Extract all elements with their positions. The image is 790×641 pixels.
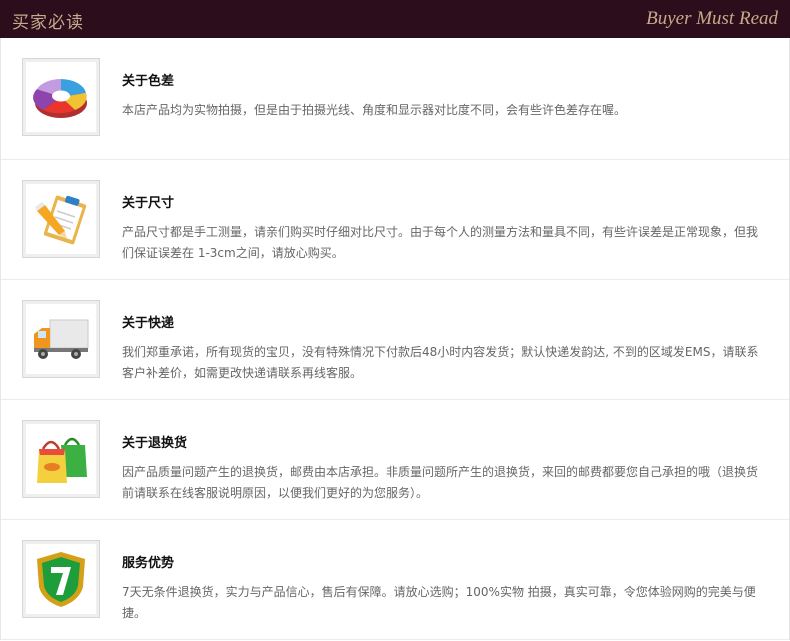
item-title: 关于快递 (122, 316, 175, 331)
item-text: 我们郑重承诺，所有现货的宝贝，没有特殊情况下付款后48小时内容发货；默认快递发韵… (122, 345, 759, 380)
item-title: 服务优势 (122, 556, 175, 571)
list-item-size: 关于尺寸 产品尺寸都是手工测量，请亲们购买时仔细对比尺寸。由于每个人的测量方法和… (1, 160, 789, 280)
clipboard-pencil-icon (22, 180, 100, 258)
item-text: 7天无条件退换货，实力与产品信心，售后有保障。请放心选购；100%实物 拍摄，真… (122, 585, 756, 620)
item-title: 关于退换货 (122, 436, 188, 451)
item-text: 产品尺寸都是手工测量，请亲们购买时仔细对比尺寸。由于每个人的测量方法和量具不同，… (122, 225, 759, 260)
delivery-truck-icon (22, 300, 100, 378)
section-title: 买家必读 (12, 13, 84, 33)
shopping-bags-icon (22, 420, 100, 498)
item-title: 关于尺寸 (122, 196, 175, 211)
item-title: 关于色差 (122, 74, 175, 89)
item-text: 本店产品均为实物拍摄，但是由于拍摄光线、角度和显示器对比度不同，会有些许色差存在… (122, 103, 627, 117)
info-list: 关于色差 本店产品均为实物拍摄，但是由于拍摄光线、角度和显示器对比度不同，会有些… (0, 38, 790, 640)
item-text: 因产品质量问题产生的退换货，邮费由本店承担。非质量问题所产生的退换货，来回的邮费… (122, 465, 759, 500)
list-item-service: 服务优势 7天无条件退换货，实力与产品信心，售后有保障。请放心选购；100%实物… (1, 520, 789, 640)
section-header: 买家必读 Buyer Must Read (0, 0, 790, 38)
section-subtitle: Buyer Must Read (646, 8, 778, 29)
shield-seven-icon (22, 540, 100, 618)
list-item-delivery: 关于快递 我们郑重承诺，所有现货的宝贝，没有特殊情况下付款后48小时内容发货；默… (1, 280, 789, 400)
color-pie-icon (22, 58, 100, 136)
list-item-color-difference: 关于色差 本店产品均为实物拍摄，但是由于拍摄光线、角度和显示器对比度不同，会有些… (1, 38, 789, 160)
list-item-returns: 关于退换货 因产品质量问题产生的退换货，邮费由本店承担。非质量问题所产生的退换货… (1, 400, 789, 520)
